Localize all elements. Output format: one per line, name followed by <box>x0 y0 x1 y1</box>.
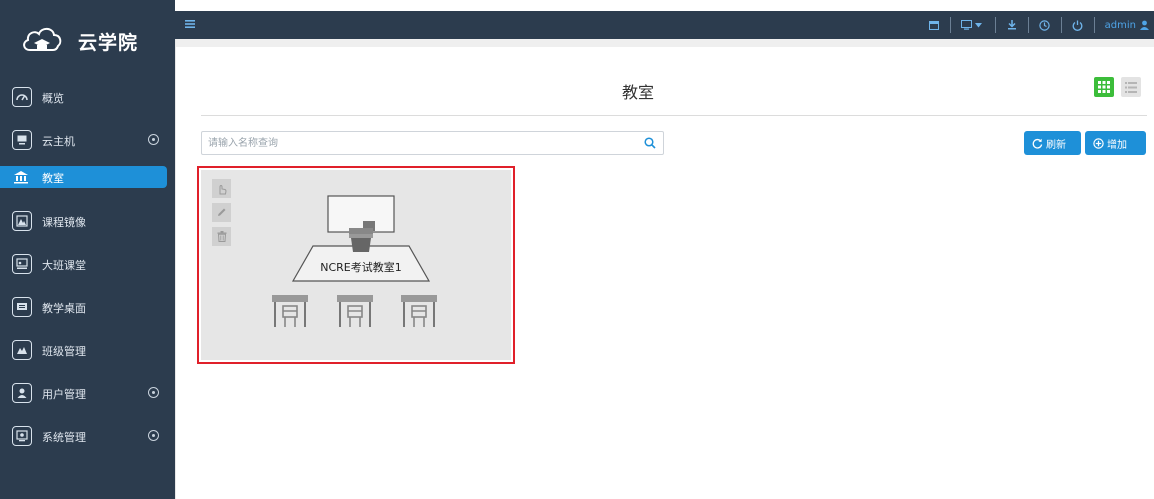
display-icon[interactable] <box>961 19 973 31</box>
top-toolbar: admin <box>928 11 1150 39</box>
divider <box>1093 17 1095 33</box>
delete-button[interactable] <box>212 227 231 246</box>
user-icon[interactable] <box>1138 19 1150 31</box>
sidebar-item-label: 班级管理 <box>42 345 86 358</box>
desktop-icon <box>12 297 32 317</box>
sidebar-item-label: 教室 <box>42 172 64 185</box>
search-box <box>201 131 664 155</box>
sidebar-item-label: 课程镜像 <box>42 216 86 229</box>
user-icon <box>12 383 32 403</box>
sidebar-item-label: 用户管理 <box>42 388 86 401</box>
app-name: 云学院 <box>78 32 139 54</box>
divider <box>1027 17 1029 33</box>
expand-icon[interactable] <box>148 430 159 441</box>
clock-icon[interactable] <box>1039 19 1051 31</box>
page-title: 教室 <box>622 83 655 102</box>
add-button[interactable]: 增加 <box>1085 131 1146 155</box>
classroom-icon <box>12 168 30 186</box>
download-icon[interactable] <box>1006 19 1018 31</box>
classroom-name: NCRE考试教室1 <box>320 261 402 274</box>
main-content: 教室 刷新 增加 <box>175 39 1154 499</box>
sidebar-item-classroom[interactable]: 教室 <box>0 166 167 188</box>
sidebar-item-system-management[interactable]: 系统管理 <box>0 419 175 453</box>
system-icon <box>12 426 32 446</box>
sidebar: 云学院 概览 云主机 教室 课程镜像 大班课堂 教学桌面 班级管理 用户管理 系… <box>0 0 175 499</box>
sidebar-item-lecture[interactable]: 大班课堂 <box>0 247 175 281</box>
username[interactable]: admin <box>1105 20 1136 31</box>
divider <box>994 17 996 33</box>
power-icon[interactable] <box>1072 19 1084 31</box>
sidebar-item-label: 大班课堂 <box>42 259 86 272</box>
sidebar-item-course-image[interactable]: 课程镜像 <box>0 204 175 238</box>
window-icon[interactable] <box>928 19 940 31</box>
divider <box>949 17 951 33</box>
search-icon[interactable] <box>644 137 656 149</box>
top-bar: admin <box>175 11 1154 39</box>
sidebar-item-label: 概览 <box>42 92 64 105</box>
sidebar-item-teaching-desktop[interactable]: 教学桌面 <box>0 290 175 324</box>
sidebar-item-cloud-host[interactable]: 云主机 <box>0 123 175 157</box>
dropdown-caret-icon[interactable] <box>973 19 985 31</box>
image-icon <box>12 211 32 231</box>
classroom-card[interactable]: NCRE考试教室1 <box>201 170 511 360</box>
sidebar-item-label: 教学桌面 <box>42 302 86 315</box>
sidebar-item-overview[interactable]: 概览 <box>0 80 175 114</box>
list-icon <box>1125 81 1137 93</box>
divider <box>1060 17 1062 33</box>
expand-icon[interactable] <box>148 134 159 145</box>
edit-button[interactable] <box>212 203 231 222</box>
add-circle-icon <box>1093 137 1104 149</box>
search-input[interactable] <box>202 132 632 154</box>
logo[interactable]: 云学院 <box>0 0 175 70</box>
sidebar-item-class-management[interactable]: 班级管理 <box>0 333 175 367</box>
sidebar-item-label: 系统管理 <box>42 431 86 444</box>
sidebar-nav: 概览 云主机 教室 课程镜像 大班课堂 教学桌面 班级管理 用户管理 系统管理 <box>0 80 175 462</box>
menu-icon[interactable] <box>185 20 195 28</box>
hand-pointer-icon <box>219 184 227 194</box>
grid-view-button[interactable] <box>1094 77 1114 97</box>
pencil-icon <box>218 208 226 216</box>
sidebar-item-user-management[interactable]: 用户管理 <box>0 376 175 410</box>
content-header-strip <box>176 39 1154 47</box>
expand-icon[interactable] <box>148 387 159 398</box>
dashboard-icon <box>12 87 32 107</box>
divider <box>201 115 1147 116</box>
class-icon <box>12 340 32 360</box>
refresh-label: 刷新 <box>1046 139 1066 151</box>
grid-icon <box>1098 81 1110 93</box>
power-on-button[interactable] <box>212 179 231 198</box>
cloud-logo-icon <box>23 27 62 51</box>
trash-icon <box>217 231 226 242</box>
list-view-button[interactable] <box>1121 77 1141 97</box>
refresh-button[interactable]: 刷新 <box>1024 131 1081 155</box>
monitor-icon <box>12 130 32 150</box>
refresh-icon <box>1032 138 1043 149</box>
lecture-icon <box>12 254 32 274</box>
sidebar-item-label: 云主机 <box>42 135 75 148</box>
add-label: 增加 <box>1107 139 1127 151</box>
